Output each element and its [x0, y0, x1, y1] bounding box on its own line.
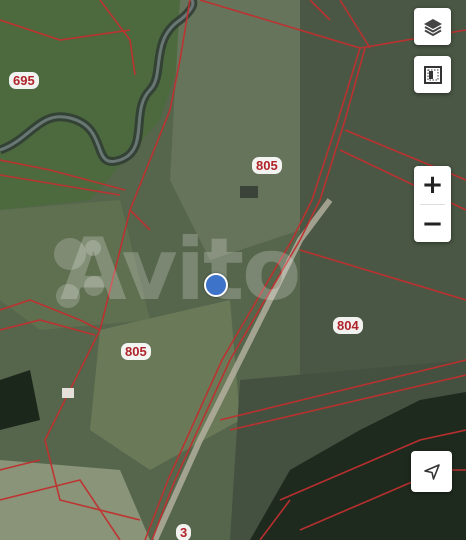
- fullscreen-button[interactable]: [414, 56, 451, 93]
- parcel-label: 3: [176, 524, 192, 540]
- zoom-in-button[interactable]: +: [414, 166, 451, 204]
- parcel-label: 695: [9, 72, 39, 89]
- locate-button[interactable]: [411, 451, 452, 492]
- parcel-label: 805: [252, 157, 282, 174]
- location-marker[interactable]: [204, 273, 228, 297]
- parcel-label: 804: [333, 317, 363, 334]
- parcel-label: 805: [121, 343, 151, 360]
- layers-icon: [423, 18, 442, 36]
- zoom-out-button[interactable]: −: [414, 205, 451, 243]
- layers-button[interactable]: [414, 8, 451, 45]
- watermark: Avito: [60, 220, 301, 320]
- locate-arrow-icon: [423, 463, 440, 480]
- map-frame-icon: [423, 65, 442, 84]
- map-view[interactable]: Avito 695 805 805 804 3 + −: [0, 0, 466, 540]
- zoom-control: + −: [414, 166, 451, 242]
